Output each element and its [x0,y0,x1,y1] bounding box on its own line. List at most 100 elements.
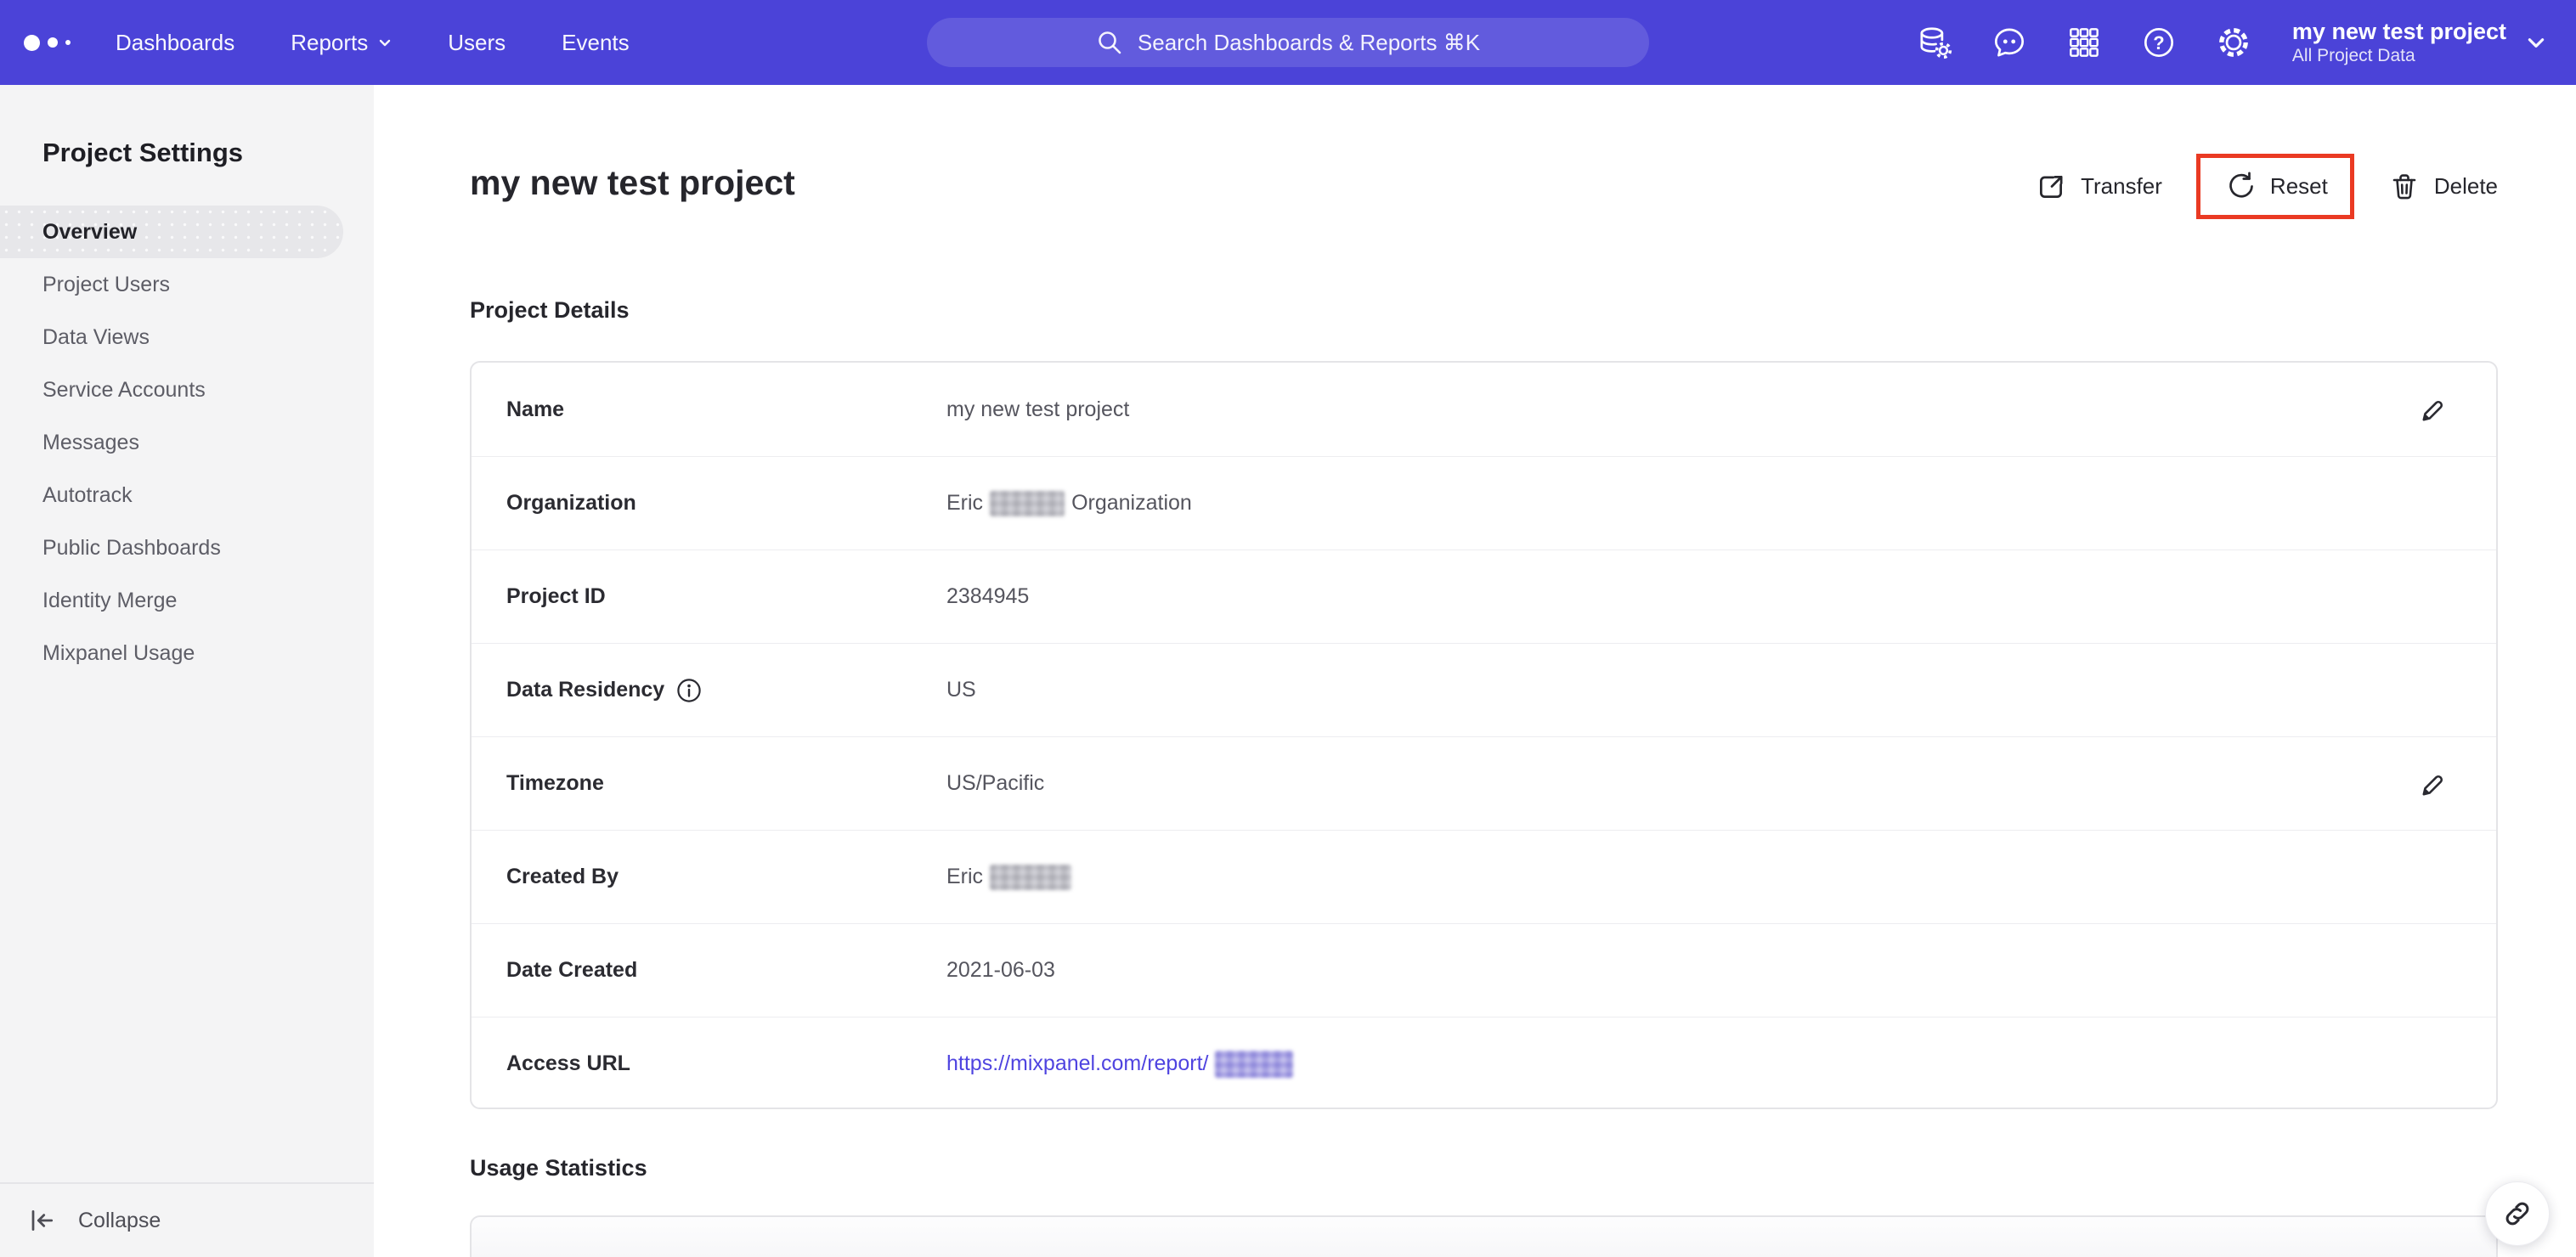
reset-highlight-annotation: Reset [2195,154,2354,219]
sidebar-item-autotrack[interactable]: Autotrack [0,469,374,521]
primary-nav: Dashboards Reports Users Events [116,0,630,85]
pencil-icon [2422,775,2443,795]
svg-text:?: ? [2153,32,2164,54]
row-label: Access URL [506,1051,630,1075]
settings-gear-icon[interactable] [2214,23,2253,62]
row-label: Name [506,397,565,421]
trash-icon [2392,173,2416,199]
usage-statistics-card [470,1215,2498,1257]
reset-icon [2229,171,2253,197]
collapse-arrow-icon [31,1210,54,1231]
search-placeholder: Search Dashboards & Reports ⌘K [1137,29,1481,55]
settings-sidebar: Project Settings Overview Project Users … [0,85,374,1257]
redacted-text [990,490,1065,516]
sidebar-nav: Overview Project Users Data Views Servic… [0,206,374,679]
section-title-project-details: Project Details [470,297,630,323]
row-label: Timezone [506,771,604,795]
pencil-icon [2422,400,2443,421]
table-row-created-by: Created By Eric [472,830,2496,923]
nav-label: Users [448,29,506,55]
link-icon [2505,1202,2529,1226]
nav-label: Events [562,29,630,55]
sidebar-item-overview[interactable]: Overview [0,206,343,258]
copy-link-fab[interactable] [2485,1181,2550,1246]
search-icon [1099,31,1121,54]
redacted-text [1215,1050,1294,1078]
transfer-button[interactable]: Transfer [2035,171,2162,203]
mixpanel-dots-logo[interactable] [24,0,71,85]
data-management-icon[interactable] [1915,23,1954,62]
info-icon[interactable] [676,678,702,703]
sidebar-item-label: Autotrack [42,482,133,507]
project-switcher-text: my new test project All Project Data [2292,19,2506,67]
sidebar-item-label: Data Views [42,324,150,349]
row-label: Project ID [506,584,606,608]
current-data-scope: All Project Data [2291,45,2415,65]
sidebar-item-label: Project Users [42,272,171,296]
sidebar-item-identity-merge[interactable]: Identity Merge [0,574,374,627]
sidebar-item-label: Service Accounts [42,377,206,402]
table-row-name: Name my new test project [472,363,2496,456]
collapse-sidebar-button[interactable]: Collapse [0,1182,374,1257]
current-project-name: my new test project [2291,18,2506,44]
delete-button[interactable]: Delete [2388,171,2498,203]
sidebar-item-label: Public Dashboards [42,535,221,560]
search-input[interactable]: Search Dashboards & Reports ⌘K [927,18,1649,67]
nav-label: Dashboards [116,29,235,55]
logo-dot-large [24,34,40,51]
row-value: my new test project [946,397,1130,421]
nav-item-reports[interactable]: Reports [291,30,392,56]
row-value: 2021-06-03 [946,958,1055,982]
delete-label: Delete [2433,173,2498,199]
sidebar-item-label: Identity Merge [42,588,178,612]
project-details-card: Name my new test project Organization Er… [470,361,2498,1109]
reset-label: Reset [2269,173,2328,199]
reset-button[interactable]: Reset [2223,170,2328,204]
nav-item-events[interactable]: Events [562,30,630,56]
nav-item-users[interactable]: Users [448,30,506,56]
project-actions: Transfer Reset Delete [2035,154,2498,219]
support-chat-icon[interactable] [1990,23,2029,62]
row-value: 2384945 [946,584,1030,608]
sidebar-item-label: Mixpanel Usage [42,640,195,665]
row-value: Organization [1071,491,1192,515]
collapse-label: Collapse [78,1208,161,1232]
sidebar-item-service-accounts[interactable]: Service Accounts [0,364,374,416]
redacted-text [990,864,1072,890]
row-value: Eric [946,865,984,888]
chevron-down-icon [380,39,391,47]
table-row-date-created: Date Created 2021-06-03 [472,923,2496,1017]
sidebar-item-mixpanel-usage[interactable]: Mixpanel Usage [0,627,374,679]
sidebar-item-project-users[interactable]: Project Users [0,258,374,311]
sidebar-item-messages[interactable]: Messages [0,416,374,469]
row-value: US/Pacific [946,771,1045,795]
sidebar-item-label: Messages [42,430,139,454]
table-row-timezone: Timezone US/Pacific [472,736,2496,830]
row-value: Eric [946,491,984,515]
transfer-label: Transfer [2081,173,2162,199]
row-label: Organization [506,491,636,515]
project-switcher[interactable]: my new test project All Project Data [2292,19,2547,67]
logo-dot-small [65,40,71,45]
edit-name-button[interactable] [2417,394,2448,425]
chevron-down-icon [2528,38,2545,48]
sidebar-item-data-views[interactable]: Data Views [0,311,374,364]
mixpanel-project-settings-page: Dashboards Reports Users Events Search D… [0,0,2576,1257]
table-row-project-id: Project ID 2384945 [472,550,2496,643]
page-title: my new test project [470,163,795,202]
row-value: US [946,678,976,702]
row-label: Date Created [506,958,638,982]
sidebar-title: Project Settings [42,138,243,167]
nav-item-dashboards[interactable]: Dashboards [116,30,234,56]
apps-grid-icon[interactable] [2065,23,2104,62]
help-icon[interactable]: ? [2139,23,2178,62]
logo-dot-medium [48,37,58,48]
edit-timezone-button[interactable] [2417,769,2448,799]
main-content: my new test project Transfer Reset Delet… [374,85,2576,1257]
section-title-usage-statistics: Usage Statistics [470,1155,647,1181]
access-url-link[interactable]: https://mixpanel.com/report/ [946,1051,1208,1076]
row-label: Created By [506,865,619,888]
sidebar-item-public-dashboards[interactable]: Public Dashboards [0,521,374,574]
nav-label: Reports [291,29,369,55]
top-nav-bar: Dashboards Reports Users Events Search D… [0,0,2576,85]
